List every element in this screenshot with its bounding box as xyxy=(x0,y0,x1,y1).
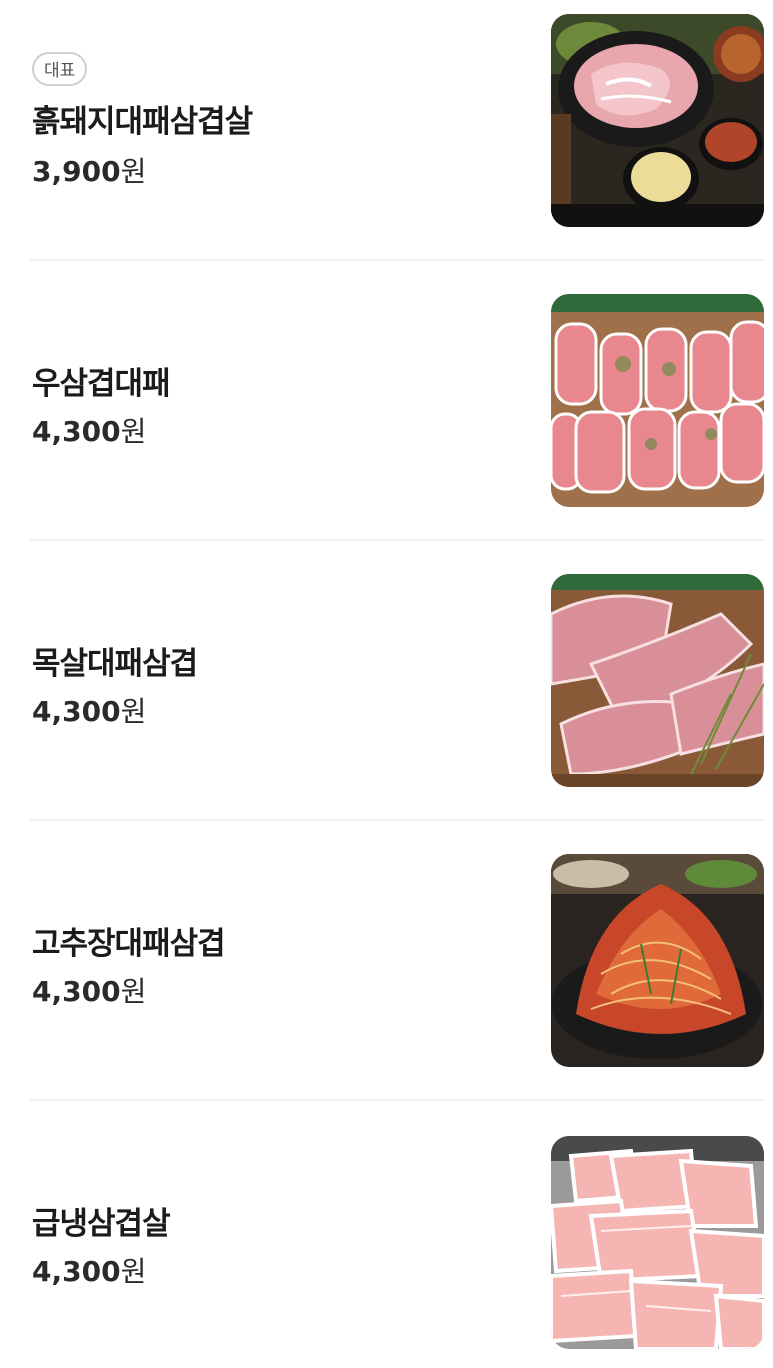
menu-item-name: 흙돼지대패삼겹살 xyxy=(32,104,253,140)
menu-item-1[interactable]: 대표 흙돼지대패삼겹살 3,900원 xyxy=(0,0,773,280)
menu-item-price: 4,300원 xyxy=(32,975,147,1008)
divider xyxy=(30,539,764,541)
divider xyxy=(30,1099,764,1101)
frozen-pork-belly-photo xyxy=(551,1136,764,1349)
divider xyxy=(30,819,764,821)
pork-neck-slices-photo xyxy=(551,574,764,787)
signature-badge: 대표 xyxy=(32,52,88,86)
menu-list: 대표 흙돼지대패삼겹살 3,900원 우삼겹대패 4,300원 목살대패삼겹 4… xyxy=(0,0,773,1368)
menu-item-price: 3,900원 xyxy=(32,155,147,188)
menu-item-name: 목살대패삼겹 xyxy=(32,646,198,682)
pork-platter-with-stew-photo xyxy=(551,14,764,227)
menu-item-3[interactable]: 목살대패삼겹 4,300원 xyxy=(0,560,773,840)
menu-item-price: 4,300원 xyxy=(32,415,147,448)
divider xyxy=(30,259,764,261)
menu-item-price: 4,300원 xyxy=(32,1255,147,1288)
menu-item-name: 고추장대패삼겹 xyxy=(32,926,226,962)
spicy-gochujang-pork-photo xyxy=(551,854,764,1067)
rolled-beef-brisket-photo xyxy=(551,294,764,507)
menu-item-name: 급냉삼겹살 xyxy=(32,1206,171,1242)
menu-item-4[interactable]: 고추장대패삼겹 4,300원 xyxy=(0,840,773,1120)
menu-item-name: 우삼겹대패 xyxy=(32,366,171,402)
menu-item-price: 4,300원 xyxy=(32,695,147,728)
menu-item-2[interactable]: 우삼겹대패 4,300원 xyxy=(0,280,773,560)
menu-item-5[interactable]: 급냉삼겹살 4,300원 xyxy=(0,1120,773,1368)
